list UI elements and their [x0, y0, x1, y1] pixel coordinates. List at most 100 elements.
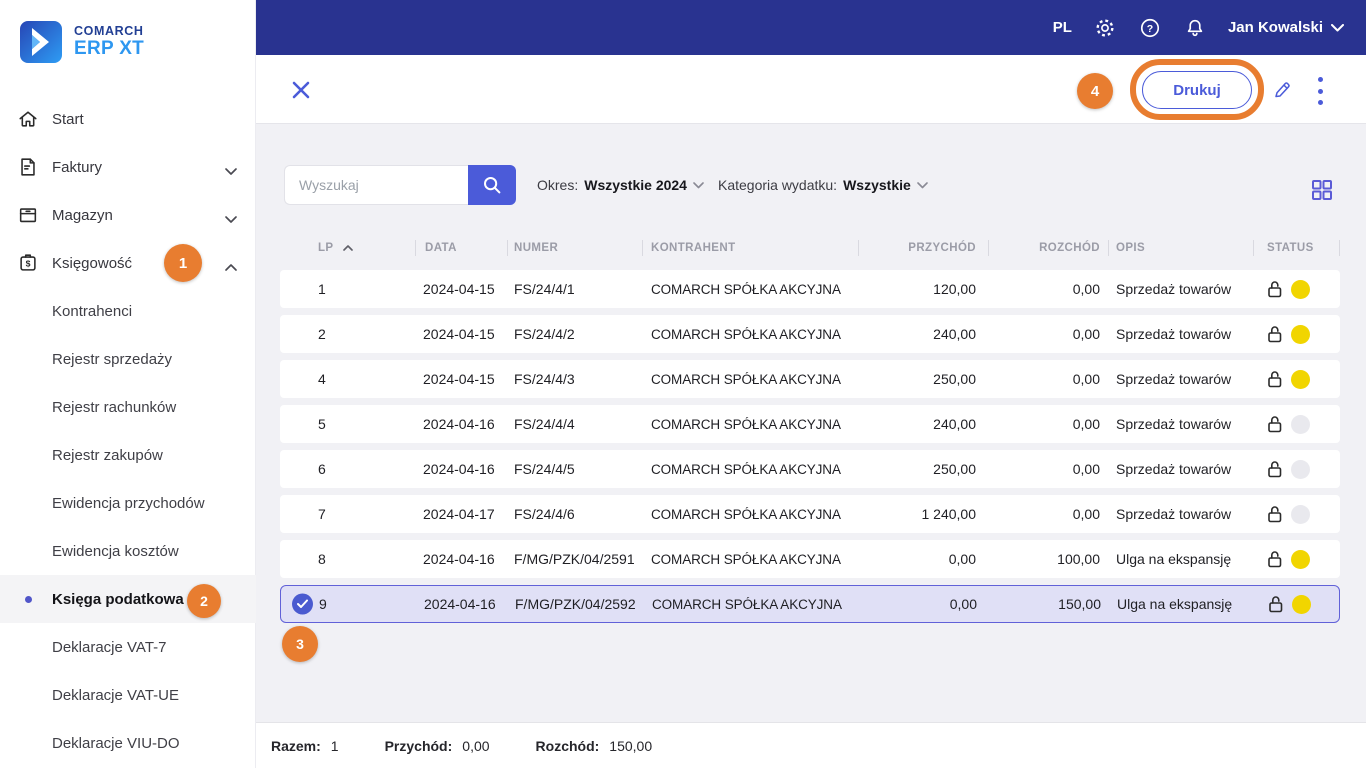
cell-rozchod: 0,00 [1072, 416, 1100, 432]
sidebar-item-label: Rejestr zakupów [52, 446, 163, 464]
gear-icon[interactable] [1093, 16, 1117, 40]
cell-kontrahent: COMARCH SPÓŁKA AKCYJNA [651, 281, 841, 297]
annotation-step-4: 4 [1077, 73, 1113, 109]
cell-numer: F/MG/PZK/04/2591 [514, 551, 635, 567]
column-header-rozchod[interactable]: ROZCHÓD [988, 232, 1108, 264]
cell-rozchod: 100,00 [1057, 551, 1100, 567]
status-dot [1292, 594, 1311, 614]
sidebar-item-start[interactable]: Start [0, 95, 256, 143]
expense-category-value: Wszystkie [843, 177, 911, 193]
expense-category-label: Kategoria wydatku: [718, 177, 838, 193]
sidebar-item-label: Deklaracje VAT-UE [52, 686, 179, 704]
rozchod-label: Rozchód: [535, 737, 600, 754]
user-menu[interactable]: Jan Kowalski [1228, 19, 1344, 36]
row-selected-checkbox[interactable] [292, 593, 313, 615]
table-row[interactable]: 9 2024-04-16 F/MG/PZK/04/2592 COMARCH SP… [280, 585, 1340, 623]
search-button[interactable] [468, 165, 516, 205]
close-icon[interactable] [291, 80, 311, 100]
cell-kontrahent: COMARCH SPÓŁKA AKCYJNA [651, 326, 841, 342]
cell-numer: FS/24/4/5 [514, 461, 575, 477]
sidebar-item-rejestr-zakupow[interactable]: Rejestr zakupów [0, 431, 256, 479]
cell-przychod: 1 240,00 [921, 506, 977, 522]
sidebar-item-label: Start [52, 110, 84, 128]
summary-footer: Razem: 1 Przychód: 0,00 Rozchód: 150,00 [256, 722, 1366, 768]
cell-kontrahent: COMARCH SPÓŁKA AKCYJNA [651, 461, 841, 477]
table-row[interactable]: 6 2024-04-16 FS/24/4/5 COMARCH SPÓŁKA AK… [280, 450, 1340, 488]
cell-status [1253, 369, 1340, 389]
sidebar-item-label: Deklaracje VAT-7 [52, 638, 167, 656]
cell-kontrahent: COMARCH SPÓŁKA AKCYJNA [651, 416, 841, 432]
grid-view-icon[interactable] [1311, 179, 1333, 201]
razem-label: Razem: [271, 737, 321, 754]
column-header-kontrahent[interactable]: KONTRAHENT [642, 232, 858, 264]
sidebar-item-deklaracje-vat-7[interactable]: Deklaracje VAT-7 [0, 623, 256, 671]
cell-data: 2024-04-16 [423, 416, 495, 432]
column-header-data[interactable]: DATA [415, 232, 507, 264]
status-dot [1291, 459, 1310, 479]
sidebar-item-rejestr-sprzedazy[interactable]: Rejestr sprzedaży [0, 335, 256, 383]
status-dot [1291, 414, 1310, 434]
column-header-lp[interactable]: LP [280, 232, 415, 264]
cell-status [1254, 594, 1339, 614]
sidebar-item-ksiegowosc[interactable]: $ Księgowość [0, 239, 256, 287]
sidebar-item-label: Faktury [52, 158, 103, 176]
cell-kontrahent: COMARCH SPÓŁKA AKCYJNA [651, 551, 841, 567]
cell-data: 2024-04-17 [423, 506, 495, 522]
cell-opis: Ulga na ekspansję [1117, 596, 1233, 612]
print-button[interactable]: Drukuj [1142, 71, 1252, 109]
app-window: PL ? Jan Kowalski COMARCH ERP XT Start F… [0, 0, 1366, 768]
table-row[interactable]: 8 2024-04-16 F/MG/PZK/04/2591 COMARCH SP… [280, 540, 1340, 578]
period-filter-dropdown[interactable]: Okres: Wszystkie 2024 [537, 165, 704, 205]
status-dot [1291, 279, 1310, 299]
cell-status [1253, 279, 1340, 299]
sidebar-item-ewidencja-przychodow[interactable]: Ewidencja przychodów [0, 479, 256, 527]
status-dot [1291, 369, 1310, 389]
cell-status [1253, 549, 1340, 569]
cell-przychod: 250,00 [933, 461, 976, 477]
table-row[interactable]: 2 2024-04-15 FS/24/4/2 COMARCH SPÓŁKA AK… [280, 315, 1340, 353]
svg-text:$: $ [26, 258, 31, 268]
comarch-logo-icon [20, 21, 62, 63]
sidebar-item-deklaracje-vat-ue[interactable]: Deklaracje VAT-UE [0, 671, 256, 719]
cell-data: 2024-04-15 [423, 326, 495, 342]
cell-data: 2024-04-15 [423, 281, 495, 297]
edit-pencil-icon[interactable] [1272, 80, 1292, 100]
column-header-numer[interactable]: NUMER [507, 232, 642, 264]
sort-ascending-icon [342, 245, 353, 251]
chevron-up-icon [224, 259, 238, 271]
sidebar-item-ewidencja-kosztow[interactable]: Ewidencja kosztów [0, 527, 256, 575]
table-row[interactable]: 1 2024-04-15 FS/24/4/1 COMARCH SPÓŁKA AK… [280, 270, 1340, 308]
cell-przychod: 240,00 [933, 416, 976, 432]
cell-status [1253, 324, 1340, 344]
sidebar-nav: Start Faktury Magazyn $ Księgowość Kontr… [0, 95, 256, 767]
chevron-down-icon [693, 181, 704, 188]
chevron-down-icon [224, 211, 238, 223]
column-header-przychod[interactable]: PRZYCHÓD [858, 232, 988, 264]
help-icon[interactable]: ? [1138, 16, 1162, 40]
sidebar-item-deklaracje-viu-do[interactable]: Deklaracje VIU-DO [0, 719, 256, 767]
cell-opis: Ulga na ekspansję [1116, 551, 1232, 567]
table-row[interactable]: 5 2024-04-16 FS/24/4/4 COMARCH SPÓŁKA AK… [280, 405, 1340, 443]
notifications-bell-icon[interactable] [1183, 16, 1207, 40]
cell-rozchod: 0,00 [1072, 506, 1100, 522]
table-row[interactable]: 4 2024-04-15 FS/24/4/3 COMARCH SPÓŁKA AK… [280, 360, 1340, 398]
cell-przychod: 250,00 [933, 371, 976, 387]
expense-category-filter-dropdown[interactable]: Kategoria wydatku: Wszystkie [718, 165, 928, 205]
sidebar-item-faktury[interactable]: Faktury [0, 143, 256, 191]
cell-numer: F/MG/PZK/04/2592 [515, 596, 636, 612]
language-selector[interactable]: PL [1053, 19, 1072, 36]
column-header-opis[interactable]: OPIS [1108, 232, 1253, 264]
sidebar-item-magazyn[interactable]: Magazyn [0, 191, 256, 239]
rozchod-value: 150,00 [609, 737, 653, 754]
search-input[interactable] [284, 165, 468, 205]
more-options-kebab-icon[interactable] [1315, 77, 1325, 105]
home-icon [17, 108, 39, 130]
sidebar-item-rejestr-rachunkow[interactable]: Rejestr rachunków [0, 383, 256, 431]
table-row[interactable]: 7 2024-04-17 FS/24/4/6 COMARCH SPÓŁKA AK… [280, 495, 1340, 533]
cell-numer: FS/24/4/3 [514, 371, 575, 387]
cell-data: 2024-04-15 [423, 371, 495, 387]
sidebar-item-kontrahenci[interactable]: Kontrahenci [0, 287, 256, 335]
column-header-status[interactable]: STATUS [1253, 232, 1340, 264]
cell-data: 2024-04-16 [423, 551, 495, 567]
sidebar-item-label: Ewidencja przychodów [52, 494, 205, 512]
